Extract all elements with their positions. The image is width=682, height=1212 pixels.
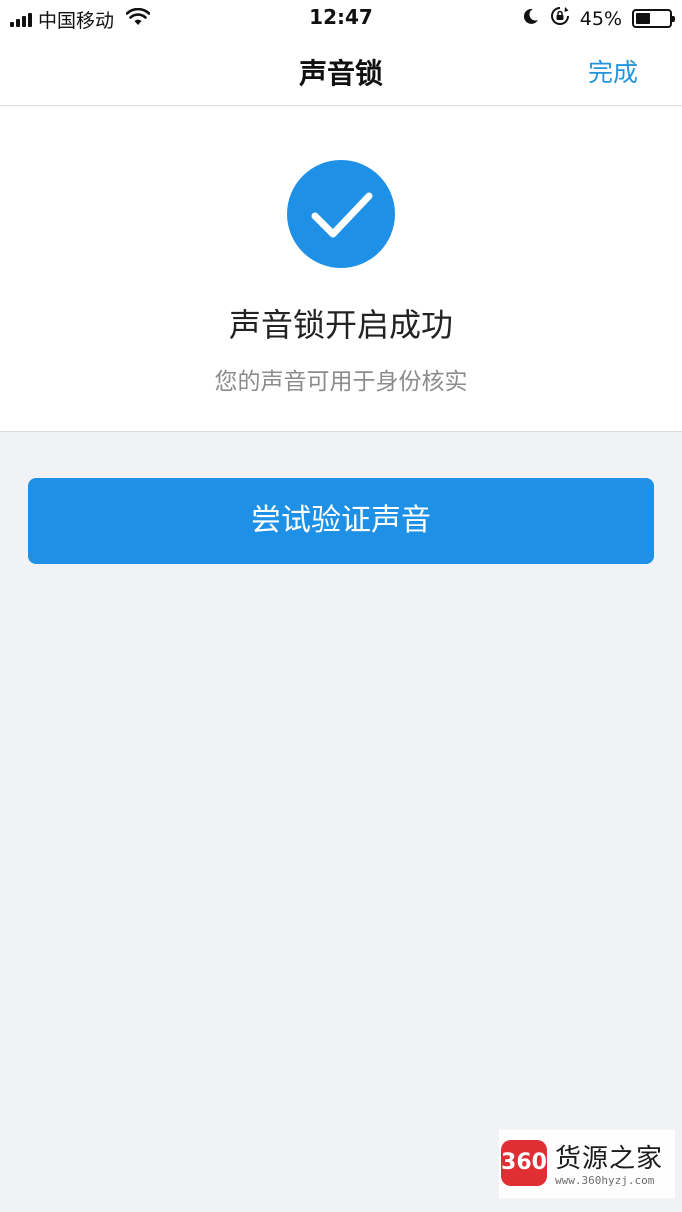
status-right: 45% (522, 6, 675, 31)
rotation-lock-icon (550, 6, 570, 31)
result-card: 声音锁开启成功 您的声音可用于身份核实 (0, 106, 682, 432)
status-bar: 中国移动 12:47 45% (0, 0, 682, 36)
page-title: 声音锁 (298, 57, 383, 90)
result-title: 声音锁开启成功 (228, 306, 453, 344)
result-subtitle: 您的声音可用于身份核实 (214, 369, 468, 395)
battery-icon (632, 9, 675, 28)
watermark-name: 货源之家 (555, 1144, 664, 1174)
checkmark-icon (287, 160, 395, 268)
battery-fill (636, 13, 651, 24)
watermark: 360 货源之家 www.360hyzj.com (499, 1130, 675, 1198)
navigation-bar: 声音锁 完成 (0, 36, 682, 106)
watermark-url: www.360hyzj.com (555, 1174, 655, 1187)
verify-voice-button[interactable]: 尝试验证声音 (28, 478, 654, 564)
moon-icon (522, 7, 540, 30)
done-button[interactable]: 完成 (588, 53, 638, 89)
battery-percent: 45% (579, 7, 622, 30)
watermark-logo: 360 (501, 1140, 547, 1186)
